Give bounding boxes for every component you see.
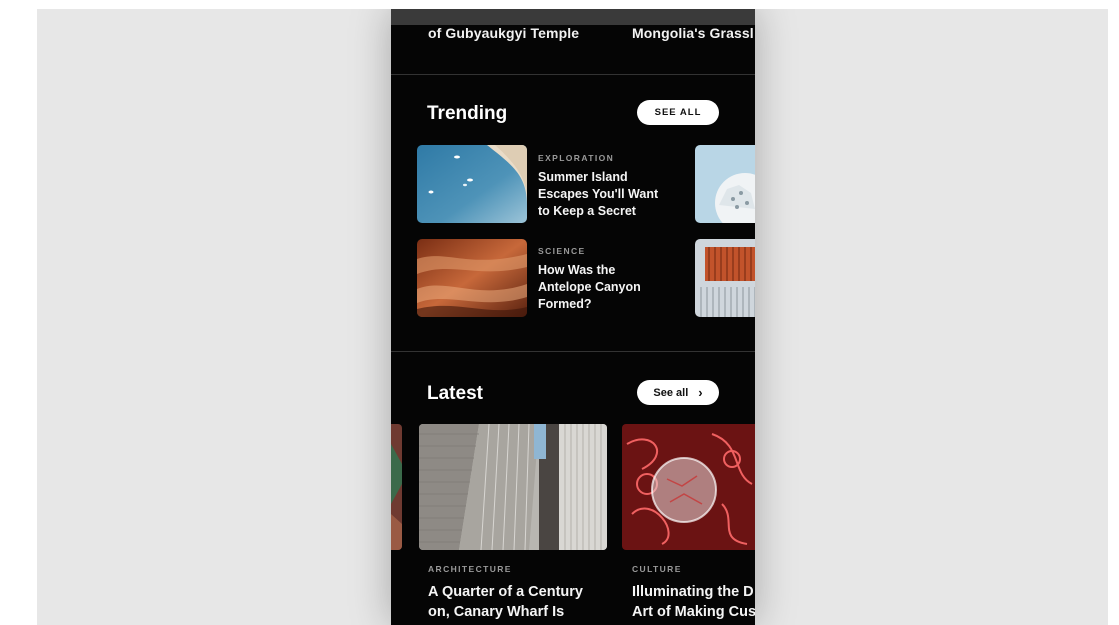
section-divider	[391, 74, 755, 75]
chevron-right-icon: ›	[698, 385, 703, 400]
neon-art-image[interactable]	[622, 424, 755, 550]
trending-see-all-button[interactable]: SEE ALL	[637, 100, 719, 125]
status-strip	[391, 9, 755, 25]
trending-item-headline[interactable]: Summer Island Escapes You'll Want to Kee…	[538, 169, 678, 220]
see-all-label: See all	[653, 386, 689, 399]
latest-heading: Latest	[427, 383, 483, 404]
latest-card-headline[interactable]: A Quarter of a Century on, Canary Wharf …	[428, 582, 583, 622]
trending-item-headline[interactable]: How Was the Antelope Canyon Formed?	[538, 262, 678, 313]
skyscraper-image[interactable]	[419, 424, 607, 550]
canvas-background: of Gubyaukgyi Temple Mongolia's Grassl T…	[37, 9, 1108, 625]
aerial-sea-image[interactable]	[417, 145, 527, 223]
trending-peek-card[interactable]	[695, 145, 755, 223]
trending-item-category: SCIENCE	[538, 246, 586, 256]
latest-card-headline[interactable]: Illuminating the D Art of Making Cus	[632, 582, 755, 622]
trending-heading: Trending	[427, 103, 508, 124]
section-divider	[391, 351, 755, 352]
previous-row: of Gubyaukgyi Temple Mongolia's Grassl	[391, 25, 755, 47]
previous-card-title-right[interactable]: Mongolia's Grassl	[632, 25, 754, 41]
previous-latest-card-image[interactable]	[391, 424, 402, 550]
latest-card-category: ARCHITECTURE	[428, 564, 512, 574]
latest-see-all-button[interactable]: See all ›	[637, 380, 719, 405]
previous-card-title-left[interactable]: of Gubyaukgyi Temple	[428, 25, 579, 41]
trending-peek-card[interactable]	[695, 239, 755, 317]
canyon-image[interactable]	[417, 239, 527, 317]
trending-item-category: EXPLORATION	[538, 153, 615, 163]
phone-screen[interactable]: of Gubyaukgyi Temple Mongolia's Grassl T…	[391, 9, 755, 625]
latest-card-category: CULTURE	[632, 564, 682, 574]
